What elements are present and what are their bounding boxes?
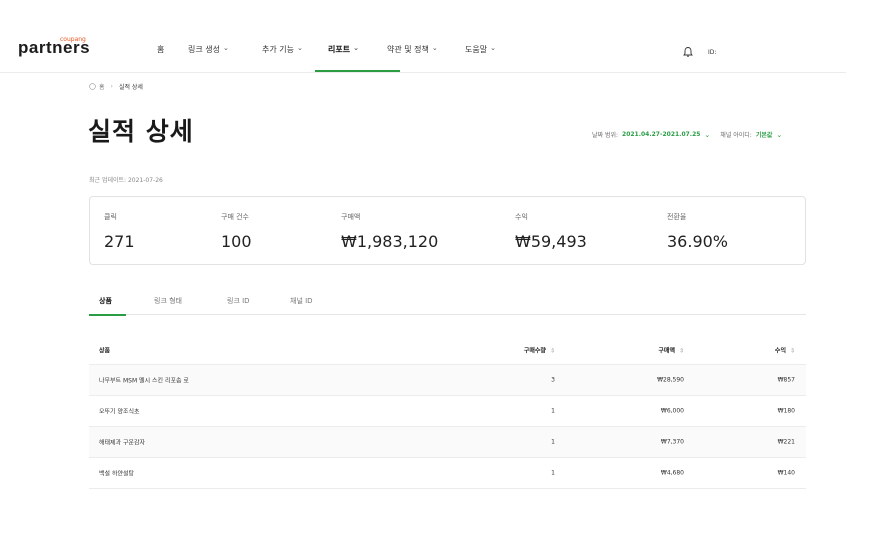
breadcrumb-current: 실적 상세 xyxy=(118,84,143,91)
main-nav: 홈 링크 생성 ⌄ 추가 기능 ⌄ 리포트 ⌄ 약관 및 정책 ⌄ 도움말 ⌄ xyxy=(150,35,515,73)
row-product: 해태제과 구운감자 xyxy=(99,439,146,447)
tab-channel-id[interactable]: 채널 ID xyxy=(290,296,313,315)
page-title: 실적 상세 xyxy=(88,117,194,146)
stat-clicks-value: 271 xyxy=(104,232,135,251)
sort-icon[interactable]: ⇕ xyxy=(550,347,555,354)
stat-orders-label: 구매 건수 xyxy=(221,213,249,221)
stat-clicks: 클릭 271 xyxy=(104,212,135,251)
stat-orders: 구매 건수 100 xyxy=(221,212,252,251)
nav-link-create-label: 링크 생성 xyxy=(188,45,220,54)
row-revenue: ₩857 xyxy=(777,376,795,384)
chevron-down-icon: ⌄ xyxy=(296,44,303,52)
stat-amount-value: ₩1,983,120 xyxy=(341,232,439,251)
chevron-down-icon[interactable]: ⌄ xyxy=(704,131,710,139)
table-row: 오뚜기 양조식초 1 ₩6,000 ₩180 xyxy=(89,396,806,427)
partners-logo[interactable]: coupang partners xyxy=(18,36,90,58)
table-row: 나무부트 MSM 멜시 스킨 리포솜 로 3 ₩28,590 ₩857 xyxy=(89,365,806,396)
row-qty: 1 xyxy=(551,469,555,477)
sort-icon[interactable]: ⇕ xyxy=(790,347,795,354)
stat-revenue-label: 수익 xyxy=(515,213,528,221)
row-revenue: ₩180 xyxy=(777,407,795,415)
product-table: 상품 구매수량 ⇕ 구매액 ⇕ 수익 ⇕ 나무부트 MSM 멜시 스킨 리포솜 로 3… xyxy=(89,335,806,489)
channel-id-label: 채널 아이디: xyxy=(720,132,752,139)
user-id-label[interactable]: ID: xyxy=(708,49,716,56)
chevron-down-icon: ⌄ xyxy=(490,44,496,52)
breadcrumb-home[interactable]: 홈 xyxy=(99,82,105,91)
nav-terms-label: 약관 및 정책 xyxy=(387,45,429,54)
row-product: 오뚜기 양조식초 xyxy=(99,408,140,416)
row-revenue: ₩221 xyxy=(777,438,795,446)
tab-link-id[interactable]: 링크 ID xyxy=(227,296,250,315)
nav-report[interactable]: 리포트 ⌄ xyxy=(315,35,400,73)
channel-id-value[interactable]: 기본값 xyxy=(756,130,773,139)
nav-link-create[interactable]: 링크 생성 ⌄ xyxy=(188,35,254,73)
row-amount: ₩28,590 xyxy=(657,376,684,384)
row-product: 백설 하얀설탕 xyxy=(99,470,135,478)
nav-help-label: 도움말 xyxy=(465,45,488,54)
header-right: ID: xyxy=(682,46,716,58)
nav-extra[interactable]: 추가 기능 ⌄ xyxy=(254,35,322,73)
report-tabs: 상품 링크 형태 링크 ID 채널 ID xyxy=(89,294,806,316)
table-row: 백설 하얀설탕 1 ₩4,680 ₩140 xyxy=(89,458,806,489)
stats-card: 클릭 271 구매 건수 100 구매액 ₩1,983,120 수익 ₩59,4… xyxy=(89,196,806,265)
date-range-value[interactable]: 2021.04.27-2021.07.25 xyxy=(622,131,700,138)
col-amount-header[interactable]: 구매액 ⇕ xyxy=(658,345,684,354)
breadcrumb: 홈 › 실적 상세 xyxy=(89,82,143,91)
col-revenue-label: 수익 xyxy=(774,347,786,354)
row-qty: 1 xyxy=(551,438,555,446)
row-qty: 3 xyxy=(551,376,555,384)
nav-help[interactable]: 도움말 ⌄ xyxy=(465,35,515,73)
col-qty-header[interactable]: 구매수량 ⇕ xyxy=(524,345,555,354)
stat-conversion-value: 36.90% xyxy=(667,232,729,251)
chevron-down-icon: ⌄ xyxy=(222,44,229,52)
top-header: coupang partners 홈 링크 생성 ⌄ 추가 기능 ⌄ 리포트 ⌄ 약관… xyxy=(0,0,846,73)
stat-conversion-label: 전환율 xyxy=(667,213,687,221)
stat-revenue-value: ₩59,493 xyxy=(515,232,587,251)
chevron-down-icon[interactable]: ⌄ xyxy=(776,131,782,139)
row-revenue: ₩140 xyxy=(777,469,795,477)
date-range-label: 날짜 범위: xyxy=(592,132,619,139)
filter-bar: 날짜 범위: 2021.04.27-2021.07.25 ⌄ 채널 아이디: 기… xyxy=(592,130,792,140)
tab-product[interactable]: 상품 xyxy=(89,296,126,316)
chevron-down-icon: ⌄ xyxy=(431,44,438,52)
row-amount: ₩7,370 xyxy=(660,438,684,446)
stat-amount: 구매액 ₩1,983,120 xyxy=(341,212,438,251)
row-amount: ₩4,680 xyxy=(660,469,684,477)
stat-clicks-label: 클릭 xyxy=(104,213,117,221)
chevron-right-icon: › xyxy=(110,83,113,90)
row-amount: ₩6,000 xyxy=(660,407,684,415)
stat-orders-value: 100 xyxy=(221,232,252,251)
row-qty: 1 xyxy=(551,407,555,415)
stat-conversion: 전환율 36.90% xyxy=(667,212,728,251)
last-updated: 최근 업데이트: 2021-07-26 xyxy=(89,177,163,184)
nav-terms[interactable]: 약관 및 정책 ⌄ xyxy=(387,35,465,73)
home-icon xyxy=(89,83,96,90)
bell-icon[interactable] xyxy=(682,46,694,58)
sort-icon[interactable]: ⇕ xyxy=(679,347,684,354)
row-product: 나무부트 MSM 멜시 스킨 리포솜 로 xyxy=(99,377,189,385)
nav-extra-label: 추가 기능 xyxy=(262,45,294,54)
chevron-down-icon: ⌄ xyxy=(353,44,359,52)
table-header-row: 상품 구매수량 ⇕ 구매액 ⇕ 수익 ⇕ xyxy=(89,335,806,365)
col-qty-label: 구매수량 xyxy=(523,347,546,354)
col-amount-label: 구매액 xyxy=(658,347,675,354)
table-row: 해태제과 구운감자 1 ₩7,370 ₩221 xyxy=(89,427,806,458)
nav-home-label: 홈 xyxy=(157,45,165,54)
tab-link-type[interactable]: 링크 형태 xyxy=(154,296,182,315)
stat-revenue: 수익 ₩59,493 xyxy=(515,212,587,251)
nav-report-label: 리포트 xyxy=(328,45,351,54)
stat-amount-label: 구매액 xyxy=(341,213,361,221)
nav-home[interactable]: 홈 xyxy=(150,35,188,73)
col-revenue-header[interactable]: 수익 ⇕ xyxy=(775,345,795,354)
logo-small-text: coupang xyxy=(60,36,86,43)
col-product-header: 상품 xyxy=(99,347,111,354)
